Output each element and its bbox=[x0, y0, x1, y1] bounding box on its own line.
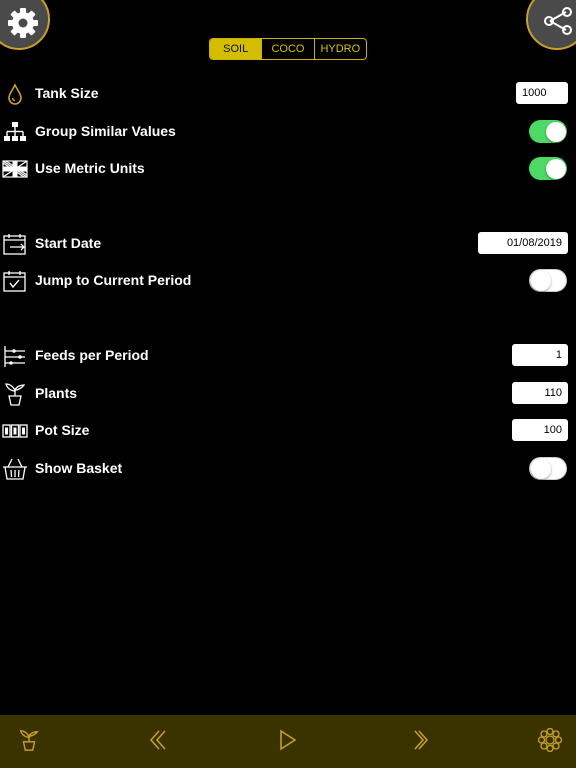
calendar-arrow-icon bbox=[3, 234, 26, 255]
feeds-per-period-input[interactable]: 1 bbox=[512, 344, 568, 366]
show-basket-label: Show Basket bbox=[35, 460, 123, 476]
plants-row: Plants 110 bbox=[0, 379, 576, 409]
toggle-knob bbox=[546, 121, 566, 142]
share-button[interactable] bbox=[526, 0, 576, 50]
next-button[interactable] bbox=[405, 725, 435, 755]
tank-size-input[interactable]: 1000 bbox=[516, 82, 568, 104]
start-date-input[interactable]: 01/08/2019 bbox=[478, 232, 568, 254]
chevron-right-icon bbox=[414, 730, 429, 750]
pot-size-input[interactable]: 100 bbox=[512, 419, 568, 441]
medium-segmented-control: SOIL COCO HYDRO bbox=[209, 38, 367, 60]
jump-current-row: Jump to Current Period bbox=[0, 266, 576, 296]
tab-soil[interactable]: SOIL bbox=[210, 39, 262, 59]
metric-units-toggle[interactable] bbox=[529, 157, 567, 180]
pot-size-row: Pot Size 100 bbox=[0, 416, 576, 446]
share-icon bbox=[544, 7, 572, 35]
tab-coco[interactable]: COCO bbox=[261, 39, 313, 59]
tank-size-row: Tank Size 1000 bbox=[0, 79, 576, 109]
plants-label: Plants bbox=[35, 385, 78, 401]
feeds-per-period-label: Feeds per Period bbox=[35, 347, 149, 363]
tab-hydro[interactable]: HYDRO bbox=[313, 39, 366, 59]
gear-icon bbox=[8, 8, 38, 38]
group-similar-toggle[interactable] bbox=[529, 120, 567, 143]
potted-plant-icon bbox=[5, 383, 26, 406]
flower-button[interactable] bbox=[535, 725, 565, 755]
bottom-toolbar bbox=[0, 715, 576, 768]
show-basket-toggle[interactable] bbox=[529, 457, 567, 480]
jump-current-label: Jump to Current Period bbox=[35, 272, 192, 288]
pot-size-label: Pot Size bbox=[35, 422, 90, 438]
flower-icon bbox=[537, 727, 563, 753]
toggle-knob bbox=[531, 270, 551, 291]
settings-button[interactable] bbox=[0, 0, 50, 50]
group-similar-row: Group Similar Values bbox=[0, 117, 576, 147]
play-icon bbox=[280, 729, 297, 751]
plant-icon bbox=[19, 730, 39, 751]
plant-button[interactable] bbox=[14, 725, 44, 755]
timeline-icon bbox=[4, 346, 25, 367]
counter-icon bbox=[2, 424, 28, 438]
water-drop-icon bbox=[8, 83, 22, 105]
toggle-knob bbox=[546, 158, 566, 179]
plants-input[interactable]: 110 bbox=[512, 382, 568, 404]
tank-size-label: Tank Size bbox=[35, 85, 99, 101]
feeds-per-period-row: Feeds per Period 1 bbox=[0, 341, 576, 371]
jump-current-toggle[interactable] bbox=[529, 269, 567, 292]
previous-button[interactable] bbox=[143, 725, 173, 755]
metric-units-row: Use Metric Units bbox=[0, 154, 576, 184]
group-similar-label: Group Similar Values bbox=[35, 123, 176, 139]
start-date-label: Start Date bbox=[35, 235, 102, 251]
double-chevron-left-icon bbox=[149, 730, 166, 750]
start-date-row: Start Date 01/08/2019 bbox=[0, 229, 576, 259]
basket-icon bbox=[3, 458, 27, 480]
show-basket-row: Show Basket bbox=[0, 454, 576, 484]
play-button[interactable] bbox=[273, 725, 303, 755]
calendar-check-icon bbox=[3, 271, 26, 292]
uk-flag-icon bbox=[2, 160, 28, 178]
toggle-knob bbox=[531, 458, 551, 479]
hierarchy-icon bbox=[4, 122, 26, 141]
metric-units-label: Use Metric Units bbox=[35, 160, 145, 176]
